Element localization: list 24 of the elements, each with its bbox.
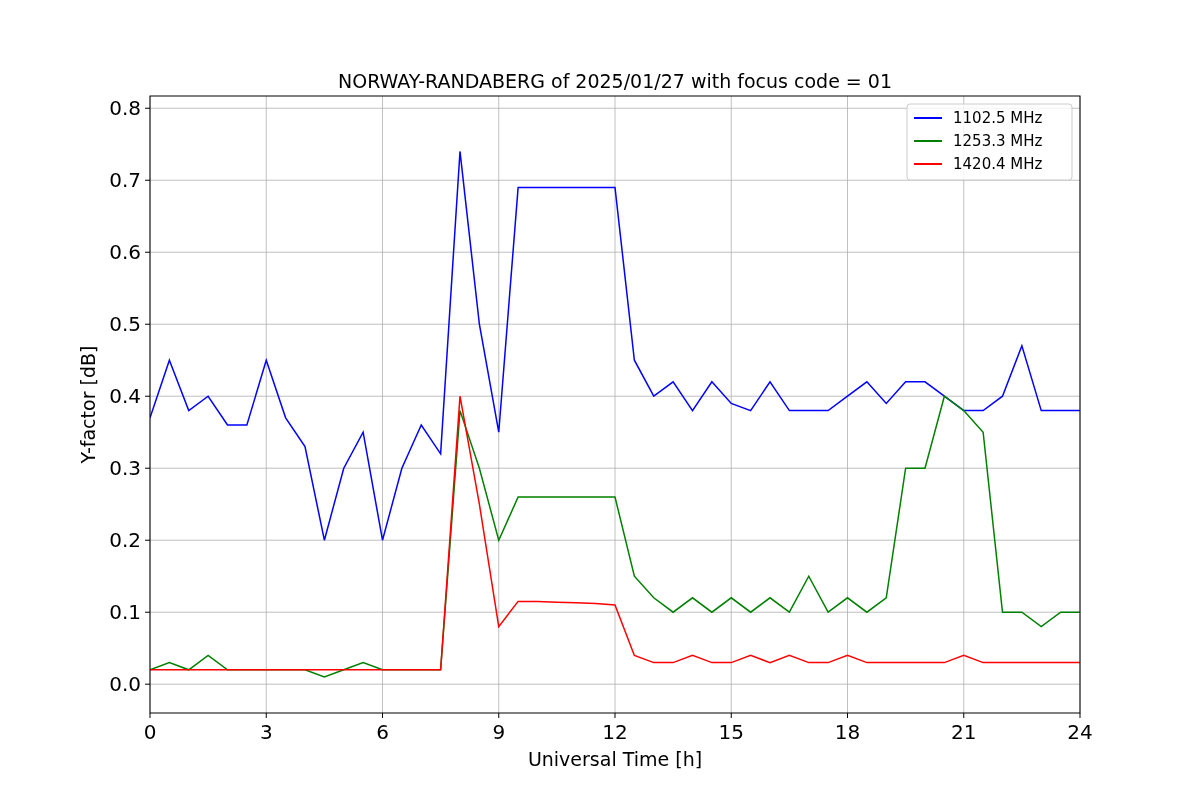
x-tick-label: 6: [376, 720, 389, 744]
y-tick-label: 0.2: [109, 528, 141, 553]
legend-label: 1102.5 MHz: [953, 109, 1043, 127]
x-tick-label: 15: [718, 720, 744, 744]
legend-label: 1420.4 MHz: [953, 155, 1043, 173]
x-tick-label: 18: [834, 720, 861, 744]
x-tick-label: 9: [492, 720, 506, 744]
x-axis-label: Universal Time [h]: [527, 748, 703, 770]
y-axis-label: Y-factor [dB]: [77, 345, 99, 464]
x-tick-label: 3: [259, 720, 273, 744]
x-tick-label: 0: [143, 720, 157, 744]
chart-title: NORWAY-RANDABERG of 2025/01/27 with focus code = 01: [338, 70, 892, 92]
x-tick-label: 12: [602, 720, 628, 744]
x-tick-label: 21: [951, 720, 977, 744]
y-tick-label: 0.3: [109, 456, 141, 481]
y-tick-label: 0.0: [109, 672, 141, 697]
y-tick-label: 0.8: [109, 96, 141, 121]
y-tick-label: 0.7: [109, 168, 141, 193]
y-tick-label: 0.4: [109, 384, 141, 409]
x-tick-label: 24: [1067, 720, 1093, 744]
y-tick-label: 0.6: [109, 240, 141, 265]
y-tick-label: 0.5: [109, 312, 141, 337]
legend-label: 1253.3 MHz: [953, 132, 1043, 150]
y-tick-label: 0.1: [109, 600, 141, 625]
